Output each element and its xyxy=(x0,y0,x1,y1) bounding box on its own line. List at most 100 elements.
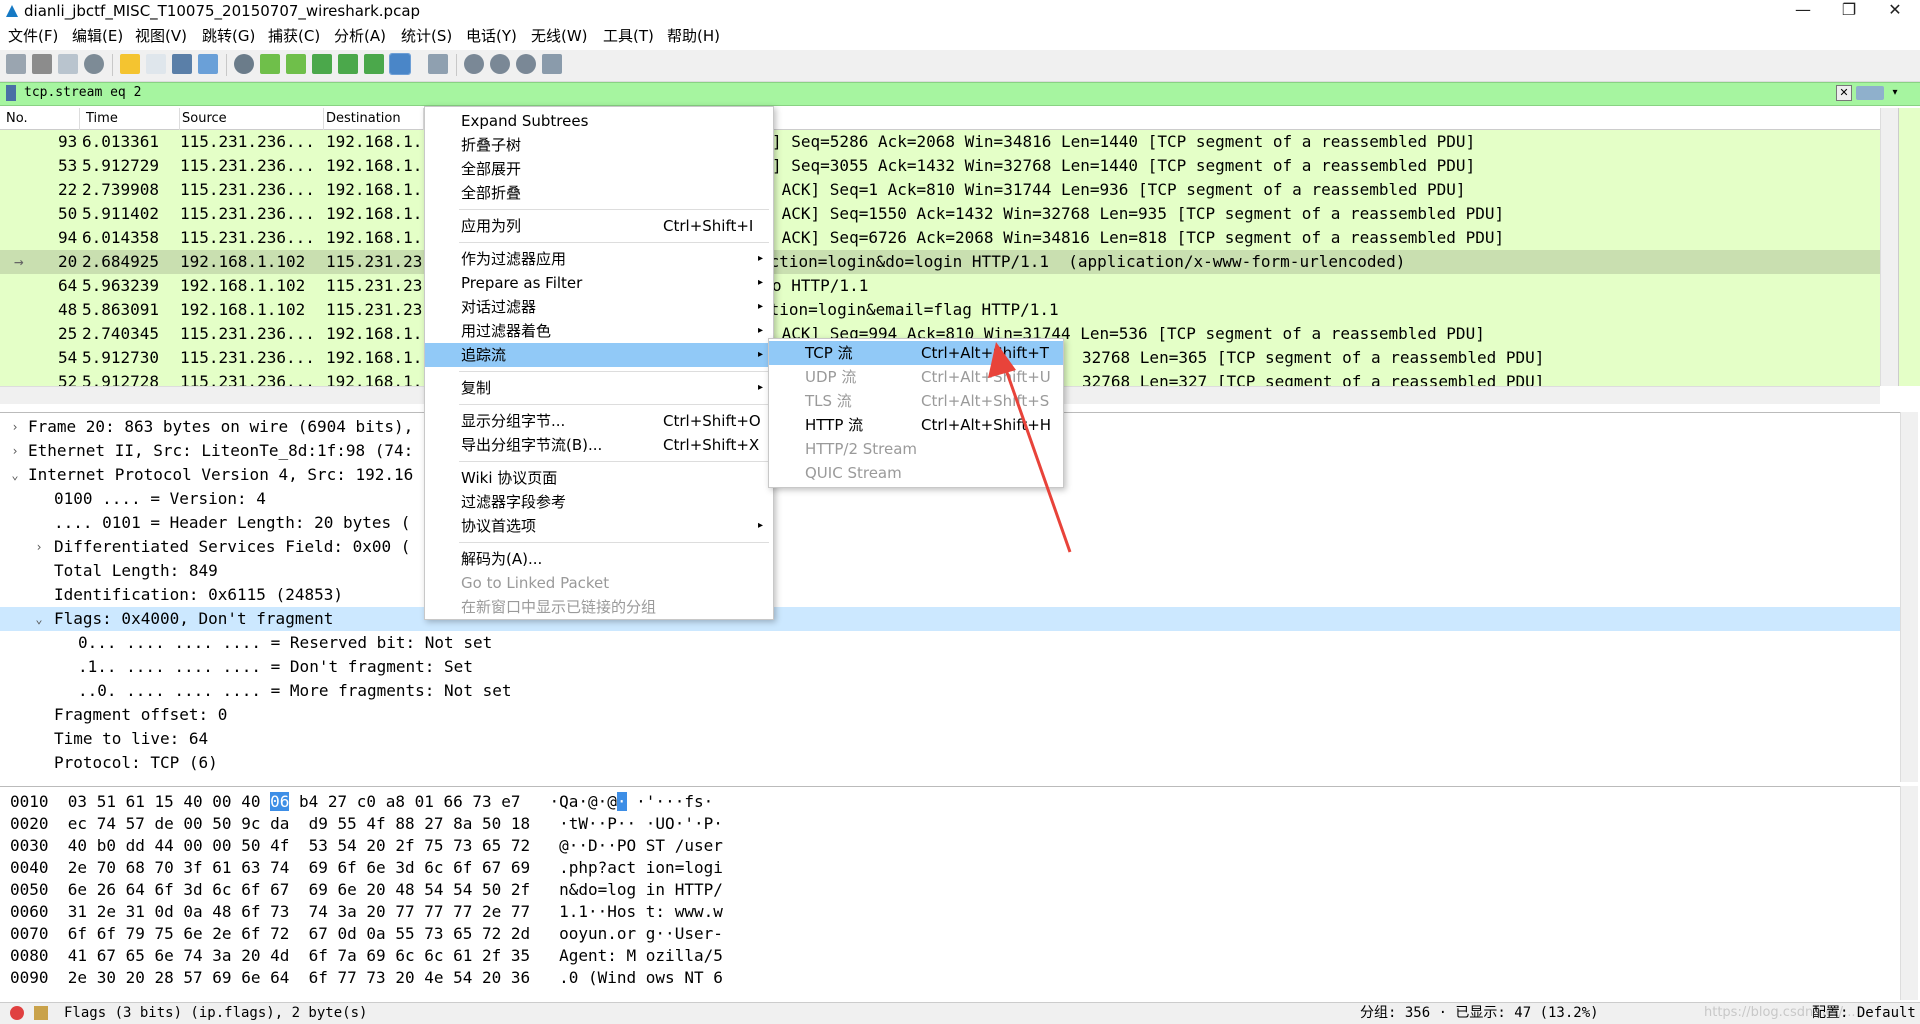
expand-arrow-icon[interactable]: › xyxy=(8,439,22,463)
menu-wireless[interactable]: 无线(W) xyxy=(531,22,588,50)
context-menu-item[interactable]: 解码为(A)... xyxy=(425,547,773,571)
restore-button[interactable]: ❐ xyxy=(1826,0,1872,22)
context-menu-item[interactable]: Expand Subtrees xyxy=(425,109,773,133)
bytes-row[interactable]: 0030 40 b0 dd 44 00 00 50 4f 53 54 20 2f… xyxy=(10,835,723,857)
column-time[interactable]: Time xyxy=(80,108,180,130)
expand-arrow-icon[interactable]: › xyxy=(32,535,46,559)
context-menu-item[interactable]: 协议首选项 ▸ xyxy=(425,514,773,538)
colorize-icon[interactable] xyxy=(428,54,448,74)
menu-edit[interactable]: 编辑(E) xyxy=(72,22,123,50)
bytes-row[interactable]: 0060 31 2e 31 0d 0a 48 6f 73 74 3a 20 77… xyxy=(10,901,723,923)
context-menu-item[interactable]: 折叠子树 xyxy=(425,133,773,157)
detail-row[interactable]: Identification: 0x6115 (24853) xyxy=(0,583,1900,607)
detail-row[interactable]: ..0. .... .... .... = More fragments: No… xyxy=(0,679,1900,703)
detail-row-selected[interactable]: ⌄ Flags: 0x4000, Don't fragment xyxy=(0,607,1900,631)
bytes-row[interactable]: 0050 6e 26 64 6f 3d 6c 6f 67 69 6e 20 48… xyxy=(10,879,723,901)
menu-tools[interactable]: 工具(T) xyxy=(603,22,654,50)
packet-bytes-pane[interactable]: 0010 03 51 61 15 40 00 40 06 b4 27 c0 a8… xyxy=(0,786,1900,1000)
filter-dropdown-icon[interactable]: ▾ xyxy=(1888,86,1902,100)
go-forward-icon[interactable] xyxy=(286,54,306,74)
restart-capture-icon[interactable] xyxy=(58,54,78,74)
context-menu-item[interactable]: 复制 ▸ xyxy=(425,376,773,400)
menu-view[interactable]: 视图(V) xyxy=(135,22,187,50)
go-to-packet-icon[interactable] xyxy=(312,54,332,74)
save-file-icon[interactable] xyxy=(146,54,166,74)
submenu-item[interactable]: TCP 流 Ctrl+Alt+Shift+T xyxy=(769,341,1063,365)
resize-columns-icon[interactable] xyxy=(542,54,562,74)
bytes-row[interactable]: 0010 03 51 61 15 40 00 40 06 b4 27 c0 a8… xyxy=(10,791,713,813)
reload-file-icon[interactable] xyxy=(198,54,218,74)
details-vertical-scrollbar[interactable] xyxy=(1900,412,1918,782)
capture-options-icon[interactable] xyxy=(84,54,104,74)
display-filter-bar[interactable] xyxy=(0,82,1920,106)
edit-comment-icon[interactable] xyxy=(34,1006,48,1020)
collapse-arrow-icon[interactable]: ⌄ xyxy=(32,607,46,631)
packet-row[interactable]: 22 2.739908 115.231.236... 192.168.1. ACK] … xyxy=(0,178,1880,202)
context-menu-item[interactable]: 显示分组字节... Ctrl+Shift+O xyxy=(425,409,773,433)
packet-row[interactable]: 53 5.912729 115.231.236... 192.168.1.] Seq=… xyxy=(0,154,1880,178)
packet-row[interactable]: 94 6.014358 115.231.236... 192.168.1. ACK] … xyxy=(0,226,1880,250)
start-capture-icon[interactable] xyxy=(6,54,26,74)
menu-help[interactable]: 帮助(H) xyxy=(667,22,720,50)
detail-row[interactable]: .1.. .... .... .... = Don't fragment: Se… xyxy=(0,655,1900,679)
packet-row-selected[interactable]: → 20 2.684925 192.168.1.102 115.231.23 action… xyxy=(0,250,1880,274)
submenu-item[interactable]: HTTP 流 Ctrl+Alt+Shift+H xyxy=(769,413,1063,437)
detail-row[interactable]: 0100 .... = Version: 4 xyxy=(0,487,1900,511)
menu-file[interactable]: 文件(F) xyxy=(8,22,58,50)
expand-arrow-icon[interactable]: › xyxy=(8,415,22,439)
stop-capture-icon[interactable] xyxy=(32,54,52,74)
bytes-row[interactable]: 0090 2e 30 20 28 57 69 6e 64 6f 77 73 20… xyxy=(10,967,723,989)
menu-analyze[interactable]: 分析(A) xyxy=(334,22,386,50)
bytes-row[interactable]: 0040 2e 70 68 70 3f 61 63 74 69 6f 6e 3d… xyxy=(10,857,723,879)
detail-row[interactable]: 0... .... .... .... = Reserved bit: Not … xyxy=(0,631,1900,655)
detail-row[interactable]: › Differentiated Services Field: 0x00 ( xyxy=(0,535,1900,559)
column-source[interactable]: Source xyxy=(176,108,324,130)
last-packet-icon[interactable] xyxy=(364,54,384,74)
context-menu-item[interactable]: 用过滤器着色 ▸ xyxy=(425,319,773,343)
menu-statistics[interactable]: 统计(S) xyxy=(401,22,452,50)
context-menu-item[interactable]: Prepare as Filter ▸ xyxy=(425,271,773,295)
context-menu-item[interactable]: 过滤器字段参考 xyxy=(425,490,773,514)
context-menu-item[interactable]: 作为过滤器应用 ▸ xyxy=(425,247,773,271)
packet-list-vertical-scrollbar[interactable] xyxy=(1880,108,1898,386)
apply-filter-icon[interactable] xyxy=(1856,86,1884,100)
auto-scroll-icon[interactable] xyxy=(389,53,411,75)
context-menu-item[interactable]: Wiki 协议页面 xyxy=(425,466,773,490)
packet-minimap[interactable] xyxy=(1898,108,1920,386)
status-profile[interactable]: 配置: Default xyxy=(1812,1002,1916,1024)
find-packet-icon[interactable] xyxy=(234,54,254,74)
packet-row[interactable]: 48 5.863091 192.168.1.102 115.231.23 ction=l… xyxy=(0,298,1880,322)
menu-telephony[interactable]: 电话(Y) xyxy=(466,22,517,50)
bytes-vertical-scrollbar[interactable] xyxy=(1900,786,1918,1000)
expert-info-icon[interactable] xyxy=(10,1006,24,1020)
detail-row[interactable]: Fragment offset: 0 xyxy=(0,703,1900,727)
clear-filter-icon[interactable]: ✕ xyxy=(1836,85,1852,101)
menu-capture[interactable]: 捕获(C) xyxy=(268,22,320,50)
packet-row[interactable]: 93 6.013361 115.231.236... 192.168.1.] Seq=… xyxy=(0,130,1880,154)
close-button[interactable]: ✕ xyxy=(1872,0,1918,22)
zoom-in-icon[interactable] xyxy=(464,54,484,74)
packet-row[interactable]: 50 5.911402 115.231.236... 192.168.1. ACK] … xyxy=(0,202,1880,226)
first-packet-icon[interactable] xyxy=(338,54,358,74)
collapse-arrow-icon[interactable]: ⌄ xyxy=(8,463,22,487)
bytes-row[interactable]: 0020 ec 74 57 de 00 50 9c da d9 55 4f 88… xyxy=(10,813,723,835)
detail-row[interactable]: .... 0101 = Header Length: 20 bytes ( xyxy=(0,511,1900,535)
context-menu-item[interactable]: 追踪流 ▸ xyxy=(425,343,773,367)
column-destination[interactable]: Destination xyxy=(320,108,424,130)
menu-go[interactable]: 跳转(G) xyxy=(202,22,255,50)
display-filter-input[interactable]: tcp.stream eq 2 xyxy=(24,84,141,102)
context-menu-item[interactable]: 导出分组字节流(B)... Ctrl+Shift+X xyxy=(425,433,773,457)
detail-row[interactable]: Protocol: TCP (6) xyxy=(0,751,1900,775)
context-menu-item[interactable]: 全部展开 xyxy=(425,157,773,181)
context-menu-item[interactable]: 应用为列 Ctrl+Shift+I xyxy=(425,214,773,238)
close-file-icon[interactable] xyxy=(172,54,192,74)
bytes-row[interactable]: 0070 6f 6f 79 75 6e 2e 6f 72 67 0d 0a 55… xyxy=(10,923,723,945)
go-back-icon[interactable] xyxy=(260,54,280,74)
context-menu-item[interactable]: 对话过滤器 ▸ xyxy=(425,295,773,319)
normal-size-icon[interactable] xyxy=(516,54,536,74)
packet-row[interactable]: 64 5.963239 192.168.1.102 115.231.23 o HTTP/… xyxy=(0,274,1880,298)
detail-row[interactable]: Total Length: 849 xyxy=(0,559,1900,583)
detail-row[interactable]: Time to live: 64 xyxy=(0,727,1900,751)
minimize-button[interactable]: — xyxy=(1780,0,1826,22)
context-menu-item[interactable]: 全部折叠 xyxy=(425,181,773,205)
